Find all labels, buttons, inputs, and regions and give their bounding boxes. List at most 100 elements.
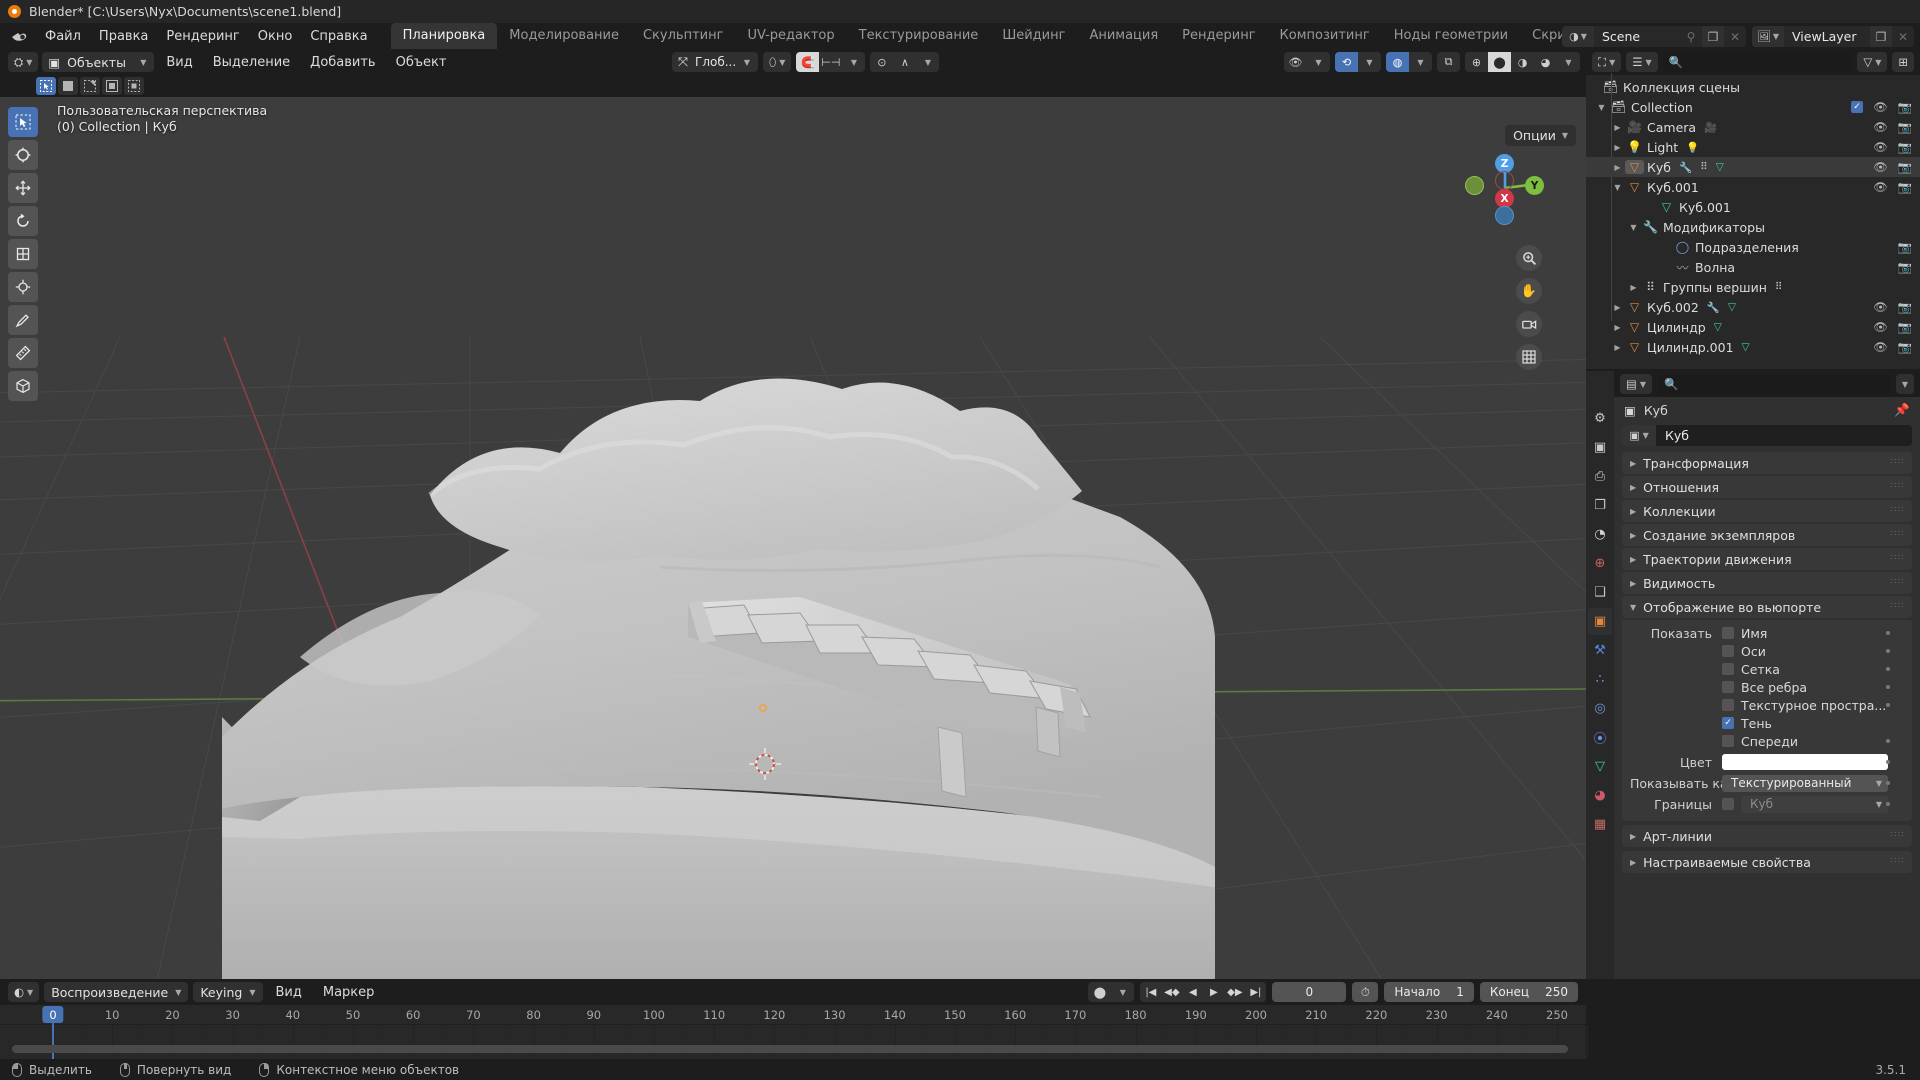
- keying-menu[interactable]: Keying ▼: [193, 982, 263, 1002]
- menu-render[interactable]: Рендеринг: [157, 26, 248, 47]
- use-preview-range-icon[interactable]: ⏱: [1352, 982, 1379, 1002]
- snapping-group[interactable]: 🧲 ⊢⊣ ▼: [796, 52, 866, 72]
- select-box-tool-icon[interactable]: [8, 107, 38, 137]
- workspace-tab-2[interactable]: Скульптинг: [631, 23, 735, 49]
- outliner-row[interactable]: 〰 Волна 📷: [1586, 257, 1920, 277]
- visibility-eye-icon[interactable]: 👁: [1873, 140, 1888, 154]
- playback-menu[interactable]: Воспроизведение ▼: [44, 982, 189, 1002]
- chevron-down-icon[interactable]: ▼: [842, 52, 865, 72]
- select-tweak-mode-icon[interactable]: [58, 77, 78, 95]
- collection-checkbox[interactable]: ✓: [1851, 101, 1864, 113]
- object-mode-selector[interactable]: ▣ Объекты ▼: [42, 52, 155, 72]
- editor-type-icon[interactable]: ⛭ ▼: [8, 52, 39, 72]
- disclosure-triangle-icon[interactable]: ▶: [1610, 123, 1625, 132]
- object-name-field[interactable]: ▣ ▼ Куб: [1622, 425, 1912, 446]
- xray-toggle-icon[interactable]: ⧉: [1437, 52, 1460, 72]
- properties-panel-header[interactable]: ▶ Траектории движения::::: [1622, 548, 1912, 570]
- animate-property-dot[interactable]: [1886, 781, 1890, 785]
- object-color-swatch[interactable]: [1722, 754, 1888, 770]
- properties-panel-header[interactable]: ▶ Создание экземпляров::::: [1622, 524, 1912, 546]
- render-camera-icon[interactable]: 📷: [1898, 180, 1912, 194]
- pivot-point-selector[interactable]: ⬯ ▼: [763, 52, 792, 72]
- current-frame-field[interactable]: 0: [1272, 982, 1347, 1002]
- disclosure-triangle-icon[interactable]: ▶: [1610, 303, 1625, 312]
- properties-editor[interactable]: ⚙ ▣ ⎙ ❐ ◔ ⊕ ❑ ▣ ⚒ ∴ ◎ ⦿ ▽ ◕ ▦ ▤ ▼ 🔍 ▼ ▣ Куб 📌 ▣ ▼ Куб ▶ Т…: [1586, 371, 1920, 979]
- gizmo-axis-neg-y[interactable]: [1465, 176, 1484, 195]
- mesh-data-icon[interactable]: ▽: [1742, 341, 1750, 353]
- bounds-type-dropdown[interactable]: Куб ▼: [1741, 795, 1888, 813]
- wireframe-shading-icon[interactable]: ⊕: [1465, 52, 1488, 72]
- playhead-line[interactable]: [52, 1023, 54, 1061]
- animate-property-dot[interactable]: [1886, 667, 1890, 671]
- outliner-row[interactable]: ▶ ▽ Куб.002 🔧 ▽ 👁 📷: [1586, 297, 1920, 317]
- render-camera-icon[interactable]: 📷: [1898, 240, 1912, 254]
- menu-file[interactable]: Файл: [36, 26, 90, 47]
- add-cube-tool-icon[interactable]: [8, 371, 38, 401]
- checkbox-0[interactable]: [1722, 627, 1734, 639]
- play-button[interactable]: ▶: [1203, 982, 1224, 1002]
- outliner-row[interactable]: ▶ 🎥 Camera 🎥 👁 📷: [1586, 117, 1920, 137]
- pan-hand-icon[interactable]: ✋: [1516, 278, 1542, 304]
- disclosure-triangle-icon[interactable]: ▶: [1610, 143, 1625, 152]
- timeline-editor[interactable]: ◐ ▼ Воспроизведение ▼ Keying ▼ Вид Маркер…: [0, 979, 1589, 1061]
- disclosure-triangle-icon[interactable]: ▼: [1594, 103, 1609, 112]
- animate-property-dot[interactable]: [1886, 739, 1890, 743]
- gizmo-axis-neg-x[interactable]: [1495, 171, 1514, 190]
- auto-keying-group[interactable]: ⬤ ▼: [1088, 982, 1135, 1002]
- visibility-eye-icon[interactable]: 👁: [1873, 100, 1888, 114]
- render-camera-icon[interactable]: 📷: [1898, 300, 1912, 314]
- move-tool-icon[interactable]: [8, 173, 38, 203]
- timeline-ruler[interactable]: 10 20 30 40 50 60 70 80 90 100 110 120 130 140 150 160 1…: [0, 1005, 1589, 1061]
- outliner-row[interactable]: ▶ ⠿ Группы вершин ⠿: [1586, 277, 1920, 297]
- render-tab[interactable]: ▣: [1588, 434, 1612, 461]
- cursor-tool-icon[interactable]: [8, 140, 38, 170]
- workspace-tab-5[interactable]: Шейдинг: [990, 23, 1077, 49]
- render-camera-icon[interactable]: 📷: [1898, 140, 1912, 154]
- camera-view-icon[interactable]: [1516, 311, 1542, 337]
- workspace-tab-7[interactable]: Рендеринг: [1170, 23, 1267, 49]
- disclosure-triangle-icon[interactable]: ▶: [1610, 343, 1625, 352]
- remove-viewlayer-icon[interactable]: ✕: [1892, 26, 1914, 47]
- outliner-row[interactable]: ▼ 🔧 Модификаторы: [1586, 217, 1920, 237]
- particles-tab[interactable]: ∴: [1588, 666, 1612, 693]
- previous-keyframe-button[interactable]: ◀◆: [1161, 982, 1182, 1002]
- properties-search-input[interactable]: 🔍: [1658, 374, 1890, 394]
- visibility-eye-icon[interactable]: 👁: [1873, 180, 1888, 194]
- gizmo-axis-y[interactable]: Y: [1525, 176, 1544, 195]
- checkbox-6[interactable]: [1722, 735, 1734, 747]
- animate-property-dot[interactable]: [1886, 703, 1890, 707]
- select-circle-mode-icon[interactable]: [80, 77, 100, 95]
- object-name-value[interactable]: Куб: [1656, 428, 1689, 443]
- select-box-mode-icon[interactable]: [36, 77, 56, 95]
- disclosure-triangle-icon[interactable]: ▶: [1610, 323, 1625, 332]
- solid-shading-icon[interactable]: ⬤: [1488, 52, 1511, 72]
- outliner-search-input[interactable]: 🔍: [1662, 52, 1853, 72]
- display-as-dropdown[interactable]: Текстурированный ▼: [1722, 774, 1888, 792]
- outliner-row[interactable]: ▶ 💡 Light 💡 👁 📷: [1586, 137, 1920, 157]
- record-icon[interactable]: ⬤: [1088, 982, 1111, 1002]
- visibility-group[interactable]: 👁 ▼: [1284, 52, 1330, 72]
- properties-content[interactable]: ▤ ▼ 🔍 ▼ ▣ Куб 📌 ▣ ▼ Куб ▶ Трансформация::::…: [1614, 371, 1920, 979]
- next-keyframe-button[interactable]: ◆▶: [1224, 982, 1245, 1002]
- visibility-eye-icon[interactable]: 👁: [1873, 300, 1888, 314]
- workspace-tab-1[interactable]: Моделирование: [497, 23, 631, 49]
- camera-data-icon[interactable]: 🎥: [1704, 121, 1717, 134]
- view-layer-tab[interactable]: ❐: [1588, 492, 1612, 519]
- timeline-horizontal-scrollbar[interactable]: [12, 1045, 1568, 1053]
- scale-tool-icon[interactable]: [8, 239, 38, 269]
- properties-panel-header[interactable]: ▼ Отображение во вьюпорте::::: [1622, 596, 1912, 618]
- menu-edit[interactable]: Правка: [90, 26, 157, 47]
- scene-selector[interactable]: ◑ ▼ Scene ⚲ ❐ ✕: [1562, 26, 1746, 47]
- disclosure-triangle-icon[interactable]: ▼: [1626, 223, 1641, 232]
- tool-tab[interactable]: ⚙: [1588, 405, 1612, 432]
- gizmo-axis-neg-z[interactable]: [1495, 206, 1514, 225]
- frame-end-field[interactable]: Конец 250: [1479, 982, 1578, 1002]
- snap-magnet-icon[interactable]: 🧲: [796, 52, 820, 72]
- mesh-data-icon[interactable]: ▽: [1714, 321, 1722, 333]
- render-camera-icon[interactable]: 📷: [1898, 120, 1912, 134]
- checkbox-2[interactable]: [1722, 663, 1734, 675]
- annotate-tool-icon[interactable]: [8, 305, 38, 335]
- new-scene-icon[interactable]: ❐: [1702, 26, 1724, 47]
- checkbox-5[interactable]: ✓: [1722, 717, 1734, 729]
- modifier-tab[interactable]: ⚒: [1588, 637, 1612, 664]
